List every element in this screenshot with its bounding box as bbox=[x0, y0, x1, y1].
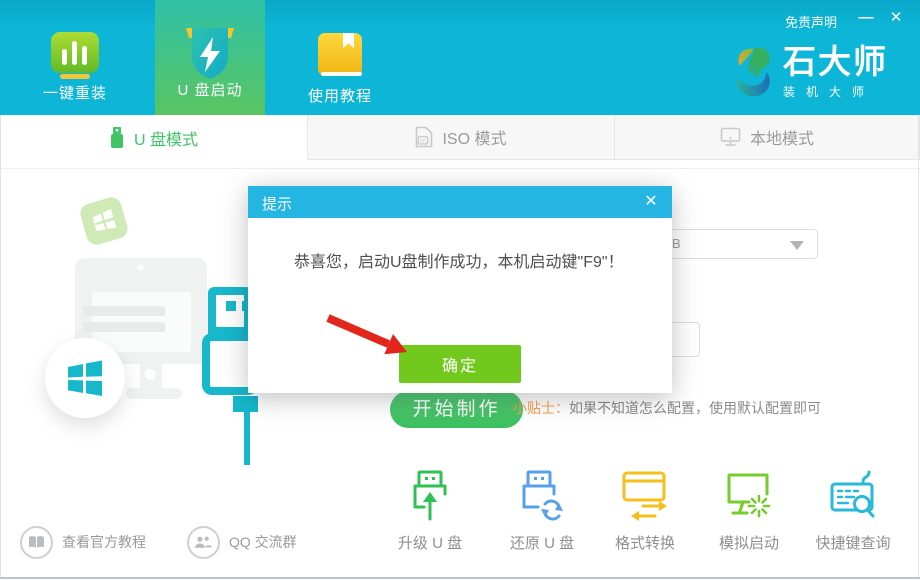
link-label: 查看官方教程 bbox=[62, 532, 146, 552]
nav-tab-reinstall[interactable]: 一键重装 bbox=[20, 0, 130, 115]
usb-restore-icon bbox=[518, 470, 566, 522]
tab-label: ISO 模式 bbox=[442, 125, 506, 149]
brand-text: 石大师 装机大师 bbox=[783, 44, 888, 100]
tool-format-convert[interactable]: 格式转换 bbox=[595, 470, 695, 553]
format-convert-icon bbox=[621, 470, 669, 522]
tool-upgrade-usb[interactable]: 升级 U 盘 bbox=[380, 470, 480, 553]
tool-label: 格式转换 bbox=[595, 532, 695, 553]
tool-hotkey-lookup[interactable]: 快捷键查询 bbox=[803, 470, 903, 553]
hotkey-search-icon bbox=[829, 470, 877, 522]
tip-line: 小贴士：如果不知道怎么配置，使用默认配置即可 bbox=[513, 398, 821, 418]
tab-underline bbox=[60, 74, 90, 79]
tool-restore-usb[interactable]: 还原 U 盘 bbox=[492, 470, 592, 553]
app-window: 一键重装 U 盘启动 bbox=[0, 0, 920, 580]
nav-tab-usb-boot-active[interactable]: U 盘启动 bbox=[155, 0, 265, 115]
dialog-ok-button[interactable]: 确定 bbox=[399, 345, 521, 383]
tip-text: 如果不知道怎么配置，使用默认配置即可 bbox=[569, 400, 821, 416]
window-left-border bbox=[0, 115, 1, 577]
brand-name: 石大师 bbox=[783, 44, 888, 80]
tool-label: 模拟启动 bbox=[699, 532, 799, 553]
minimize-button[interactable]: — bbox=[854, 6, 878, 30]
window-right-border bbox=[918, 115, 919, 577]
windows-tile-illustration bbox=[78, 195, 130, 247]
svg-text:ISO: ISO bbox=[420, 138, 429, 144]
nav-tab-label: 一键重装 bbox=[43, 82, 107, 103]
monitor-base bbox=[126, 388, 182, 399]
tab-label: 本地模式 bbox=[750, 125, 814, 149]
tip-label: 小贴士： bbox=[513, 400, 569, 416]
chevron-down-icon bbox=[790, 241, 804, 250]
usb-plug-pin bbox=[226, 301, 236, 311]
link-label: QQ 交流群 bbox=[229, 532, 297, 552]
usb-drive-icon bbox=[109, 126, 125, 149]
brand-logo: 石大师 装机大师 bbox=[733, 44, 888, 100]
usb-plug-illustration bbox=[208, 287, 252, 335]
disclaimer-link[interactable]: 免责声明 bbox=[785, 12, 837, 31]
dialog-title: 提示 bbox=[262, 193, 292, 214]
brand-tagline: 装机大师 bbox=[783, 83, 888, 100]
people-group-icon bbox=[187, 526, 220, 559]
monitor-stand bbox=[140, 364, 162, 390]
usb-drive-select-value: B bbox=[672, 236, 681, 251]
close-button[interactable]: ✕ bbox=[884, 6, 908, 30]
open-book-icon bbox=[20, 526, 53, 559]
dialog-message: 恭喜您，启动U盘制作成功，本机启动键"F9"！ bbox=[294, 248, 624, 272]
tab-label: U 盘模式 bbox=[134, 126, 198, 150]
nav-tab-tutorial[interactable]: 使用教程 bbox=[285, 0, 395, 115]
header: 一键重装 U 盘启动 bbox=[0, 0, 920, 115]
tool-label: 还原 U 盘 bbox=[492, 532, 592, 553]
tool-label: 升级 U 盘 bbox=[380, 532, 480, 553]
windows-logo-badge bbox=[45, 338, 125, 418]
tool-simulate-boot[interactable]: 模拟启动 bbox=[699, 470, 799, 553]
usb-cable-connector bbox=[233, 396, 258, 412]
simulate-boot-icon bbox=[725, 470, 773, 522]
mode-tabbar: U 盘模式 ISO ISO 模式 本地模式 bbox=[0, 115, 920, 160]
usb-upgrade-icon bbox=[406, 470, 454, 522]
success-dialog: 提示 ✕ 恭喜您，启动U盘制作成功，本机启动键"F9"！ 确定 bbox=[248, 186, 672, 393]
nav-tab-label: 使用教程 bbox=[308, 85, 372, 106]
tab-usb-mode[interactable]: U 盘模式 bbox=[0, 115, 307, 160]
tool-label: 快捷键查询 bbox=[803, 532, 903, 553]
start-create-button[interactable]: 开始制作 bbox=[390, 391, 523, 428]
shield-lightning-icon bbox=[183, 26, 237, 76]
window-bottom-border bbox=[0, 577, 920, 579]
qq-group-link[interactable]: QQ 交流群 bbox=[187, 524, 297, 560]
dialog-close-icon[interactable]: ✕ bbox=[640, 191, 662, 213]
official-tutorial-link[interactable]: 查看官方教程 bbox=[20, 524, 146, 560]
monitor-icon bbox=[720, 127, 741, 147]
nav-tab-label: U 盘启动 bbox=[177, 79, 242, 100]
iso-file-icon: ISO bbox=[415, 126, 433, 148]
book-icon bbox=[315, 32, 365, 82]
tab-local-mode[interactable]: 本地模式 bbox=[614, 115, 920, 160]
content-divider bbox=[0, 168, 920, 169]
tab-iso-mode[interactable]: ISO ISO 模式 bbox=[307, 115, 614, 160]
brand-logo-mark bbox=[733, 44, 773, 100]
dialog-titlebar: 提示 ✕ bbox=[248, 186, 672, 218]
usb-cable bbox=[244, 411, 250, 465]
main-nav: 一键重装 U 盘启动 bbox=[0, 0, 395, 115]
